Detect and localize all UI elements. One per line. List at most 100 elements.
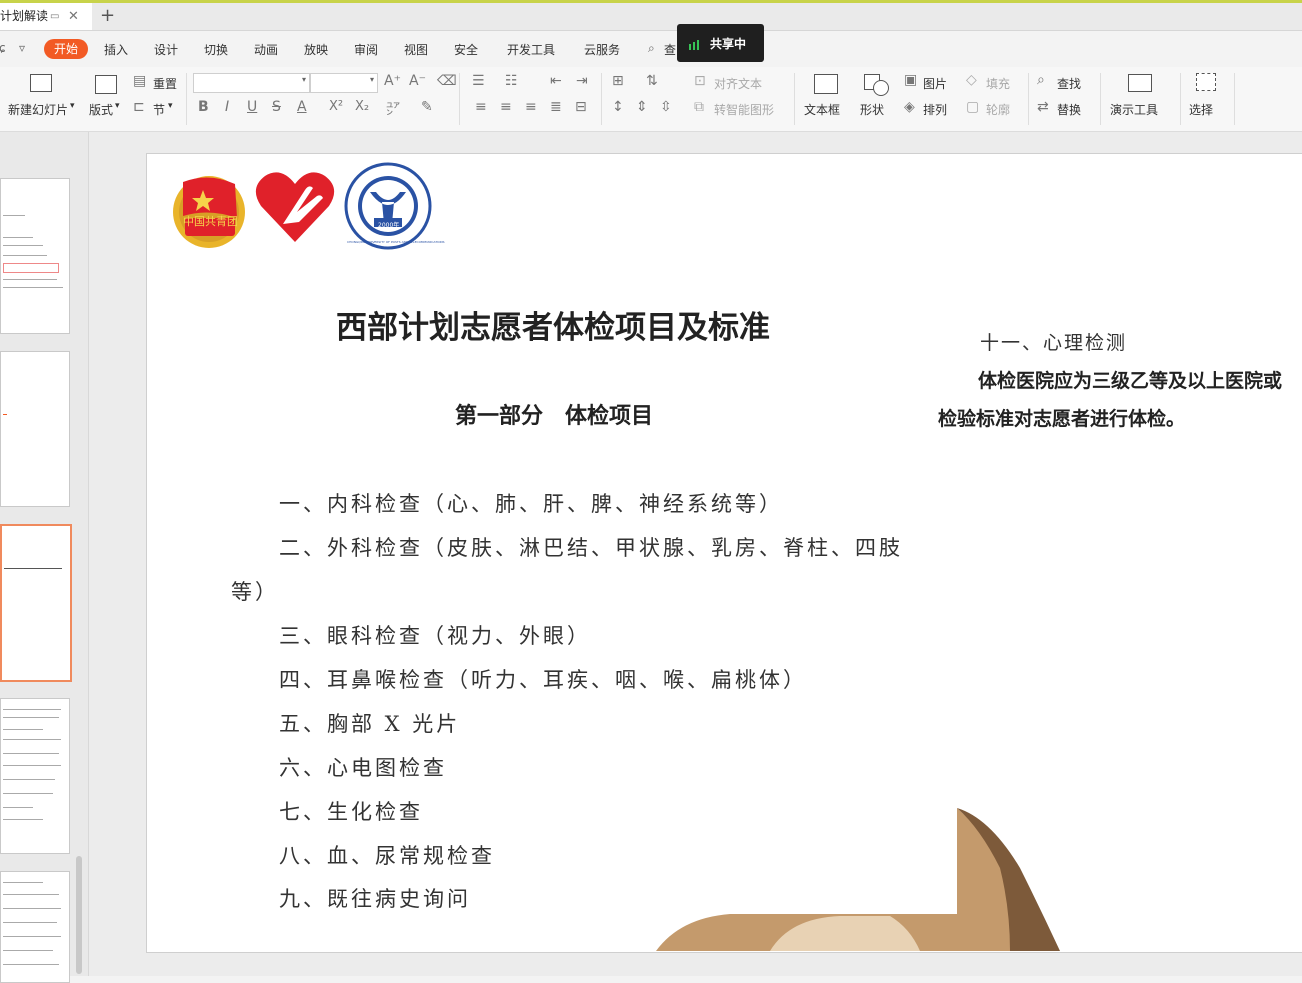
replace-button[interactable]: 替换 (1057, 101, 1081, 118)
undo-icon[interactable]: ɕ (0, 41, 6, 55)
psych-test-heading: 十一、心理检测 (980, 332, 1128, 354)
new-tab-button[interactable]: + (100, 5, 115, 26)
bullet-list-icon[interactable]: ☰ (472, 73, 485, 89)
justify-icon[interactable]: ≣ (550, 99, 562, 115)
menu-cloud-services[interactable]: 云服务 (584, 41, 620, 58)
align-right-icon[interactable]: ≡ (525, 99, 537, 115)
reset-button[interactable]: 重置 (153, 75, 177, 92)
outline-button[interactable]: 轮廓 (986, 101, 1010, 118)
line-spacing-icon[interactable]: ↕ (612, 99, 624, 115)
list-item: 九、既往病史询问 (279, 887, 471, 911)
title-bar: 计划解读 ▭ ✕ + (0, 3, 1302, 31)
new-slide-dropdown-icon[interactable]: ▾ (70, 101, 75, 111)
superscript-button[interactable]: X² (329, 99, 343, 114)
reset-icon[interactable]: ▤ (133, 73, 146, 89)
section-dropdown-icon[interactable]: ▾ (168, 101, 173, 111)
new-slide-button[interactable]: 新建幻灯片 (8, 101, 68, 118)
search-icon[interactable]: ⌕ (648, 41, 655, 56)
section-button[interactable]: 节 (153, 101, 165, 118)
find-icon[interactable]: ⌕ (1037, 72, 1045, 88)
strikethrough-button[interactable]: S (272, 99, 281, 115)
presentation-tools-button[interactable]: 演示工具 (1110, 101, 1158, 118)
slide-thumbnail[interactable] (0, 351, 70, 507)
slide-thumbnail-pane (0, 132, 89, 983)
layout-button[interactable]: 版式 (89, 101, 113, 118)
textbox-button[interactable]: 文本框 (804, 101, 840, 118)
italic-button[interactable]: I (225, 99, 229, 115)
menu-developer-tools[interactable]: 开发工具 (507, 41, 555, 58)
menu-view[interactable]: 视图 (404, 41, 428, 58)
increase-indent-icon[interactable]: ⇥ (576, 73, 588, 89)
smart-shape-button[interactable]: 转智能图形 (714, 101, 774, 118)
section-icon[interactable]: ⊏ (133, 99, 145, 115)
smart-shape-icon: ⧉ (694, 99, 704, 115)
font-color-button[interactable]: A (297, 99, 307, 115)
decrease-indent-icon[interactable]: ⇤ (550, 73, 562, 89)
menu-review[interactable]: 审阅 (354, 41, 378, 58)
quick-access-dropdown-icon[interactable]: ▿ (19, 41, 25, 55)
textbox-icon[interactable] (814, 74, 838, 94)
ribbon-toolbar: 新建幻灯片 ▾ 版式 ▾ ▤ 重置 ⊏ 节 ▾ ▾ ▾ A⁺ A⁻ ⌫ B I … (0, 67, 1302, 132)
menu-slideshow[interactable]: 放映 (304, 41, 328, 58)
search-command-label[interactable]: 查 (664, 41, 676, 58)
presentation-tools-icon[interactable] (1128, 74, 1152, 92)
subscript-button[interactable]: X₂ (355, 99, 369, 114)
slide-thumbnail[interactable] (0, 871, 70, 983)
phonetic-guide-icon[interactable]: ㍐ (386, 99, 400, 119)
menu-security[interactable]: 安全 (454, 41, 478, 58)
font-size-select[interactable]: ▾ (310, 73, 378, 93)
document-tab-title: 计划解读 (0, 9, 49, 23)
shape-button[interactable]: 形状 (860, 101, 884, 118)
picture-button[interactable]: 图片 (923, 75, 947, 92)
menu-insert[interactable]: 插入 (104, 41, 128, 58)
sharing-status-badge[interactable]: 共享中 (677, 24, 764, 62)
list-item: 五、胸部 X 光片 (279, 712, 461, 736)
fill-button[interactable]: 填充 (986, 75, 1010, 92)
align-text-button[interactable]: 对齐文本 (714, 75, 762, 92)
new-slide-icon[interactable] (30, 74, 52, 92)
align-left-icon[interactable]: ≡ (475, 99, 487, 115)
distributed-icon[interactable]: ⊟ (575, 99, 587, 115)
find-button[interactable]: 查找 (1057, 75, 1081, 92)
clear-format-icon[interactable]: ⌫ (437, 73, 457, 89)
menu-animation[interactable]: 动画 (254, 41, 278, 58)
volunteer-heart-logo-icon (255, 172, 335, 242)
highlight-icon[interactable]: ✎ (421, 99, 433, 115)
menu-home-tab[interactable]: 开始 (44, 39, 88, 59)
align-center-icon[interactable]: ≡ (500, 99, 512, 115)
tab-close-icon[interactable]: ✕ (68, 3, 79, 30)
document-tab[interactable]: 计划解读 ▭ ✕ (0, 3, 92, 30)
increase-font-icon[interactable]: A⁺ (384, 73, 401, 89)
arrange-icon[interactable]: ◈ (904, 99, 915, 115)
bold-button[interactable]: B (198, 99, 209, 115)
chevron-down-icon: ▾ (301, 75, 306, 84)
layout-icon[interactable] (95, 75, 117, 94)
menu-design[interactable]: 设计 (154, 41, 178, 58)
font-family-select[interactable]: ▾ (193, 73, 310, 93)
select-icon[interactable] (1196, 73, 1216, 91)
slide-thumbnail[interactable] (0, 178, 70, 334)
paragraph-spacing-icon[interactable]: ⇕ (636, 99, 648, 115)
menu-transitions[interactable]: 切换 (204, 41, 228, 58)
decrease-font-icon[interactable]: A⁻ (409, 73, 426, 89)
slide-thumbnail-selected[interactable] (0, 524, 72, 682)
spacing-options-icon[interactable]: ⇳ (660, 99, 672, 115)
layout-dropdown-icon[interactable]: ▾ (115, 101, 120, 111)
ribbon-separator (186, 73, 187, 125)
underline-button[interactable]: U (247, 99, 257, 115)
replace-icon[interactable]: ⇄ (1037, 99, 1049, 115)
numbered-list-icon[interactable]: ☷ (505, 73, 518, 89)
university-seal-icon (344, 162, 432, 250)
tab-float-icon[interactable]: ▭ (50, 3, 59, 30)
text-direction-icon[interactable]: ⊞ (612, 73, 624, 89)
youth-league-emblem-icon (173, 176, 245, 248)
picture-icon[interactable]: ▣ (904, 72, 917, 88)
slide-thumbnail[interactable] (0, 698, 70, 854)
list-item: 七、生化检查 (279, 800, 423, 824)
thumbnail-scrollbar[interactable] (76, 856, 82, 974)
outline-icon: ▢ (966, 99, 980, 115)
signal-bar-icon (689, 44, 691, 50)
sort-line-icon[interactable]: ⇅ (646, 73, 658, 89)
select-button[interactable]: 选择 (1189, 101, 1213, 118)
arrange-button[interactable]: 排列 (923, 101, 947, 118)
